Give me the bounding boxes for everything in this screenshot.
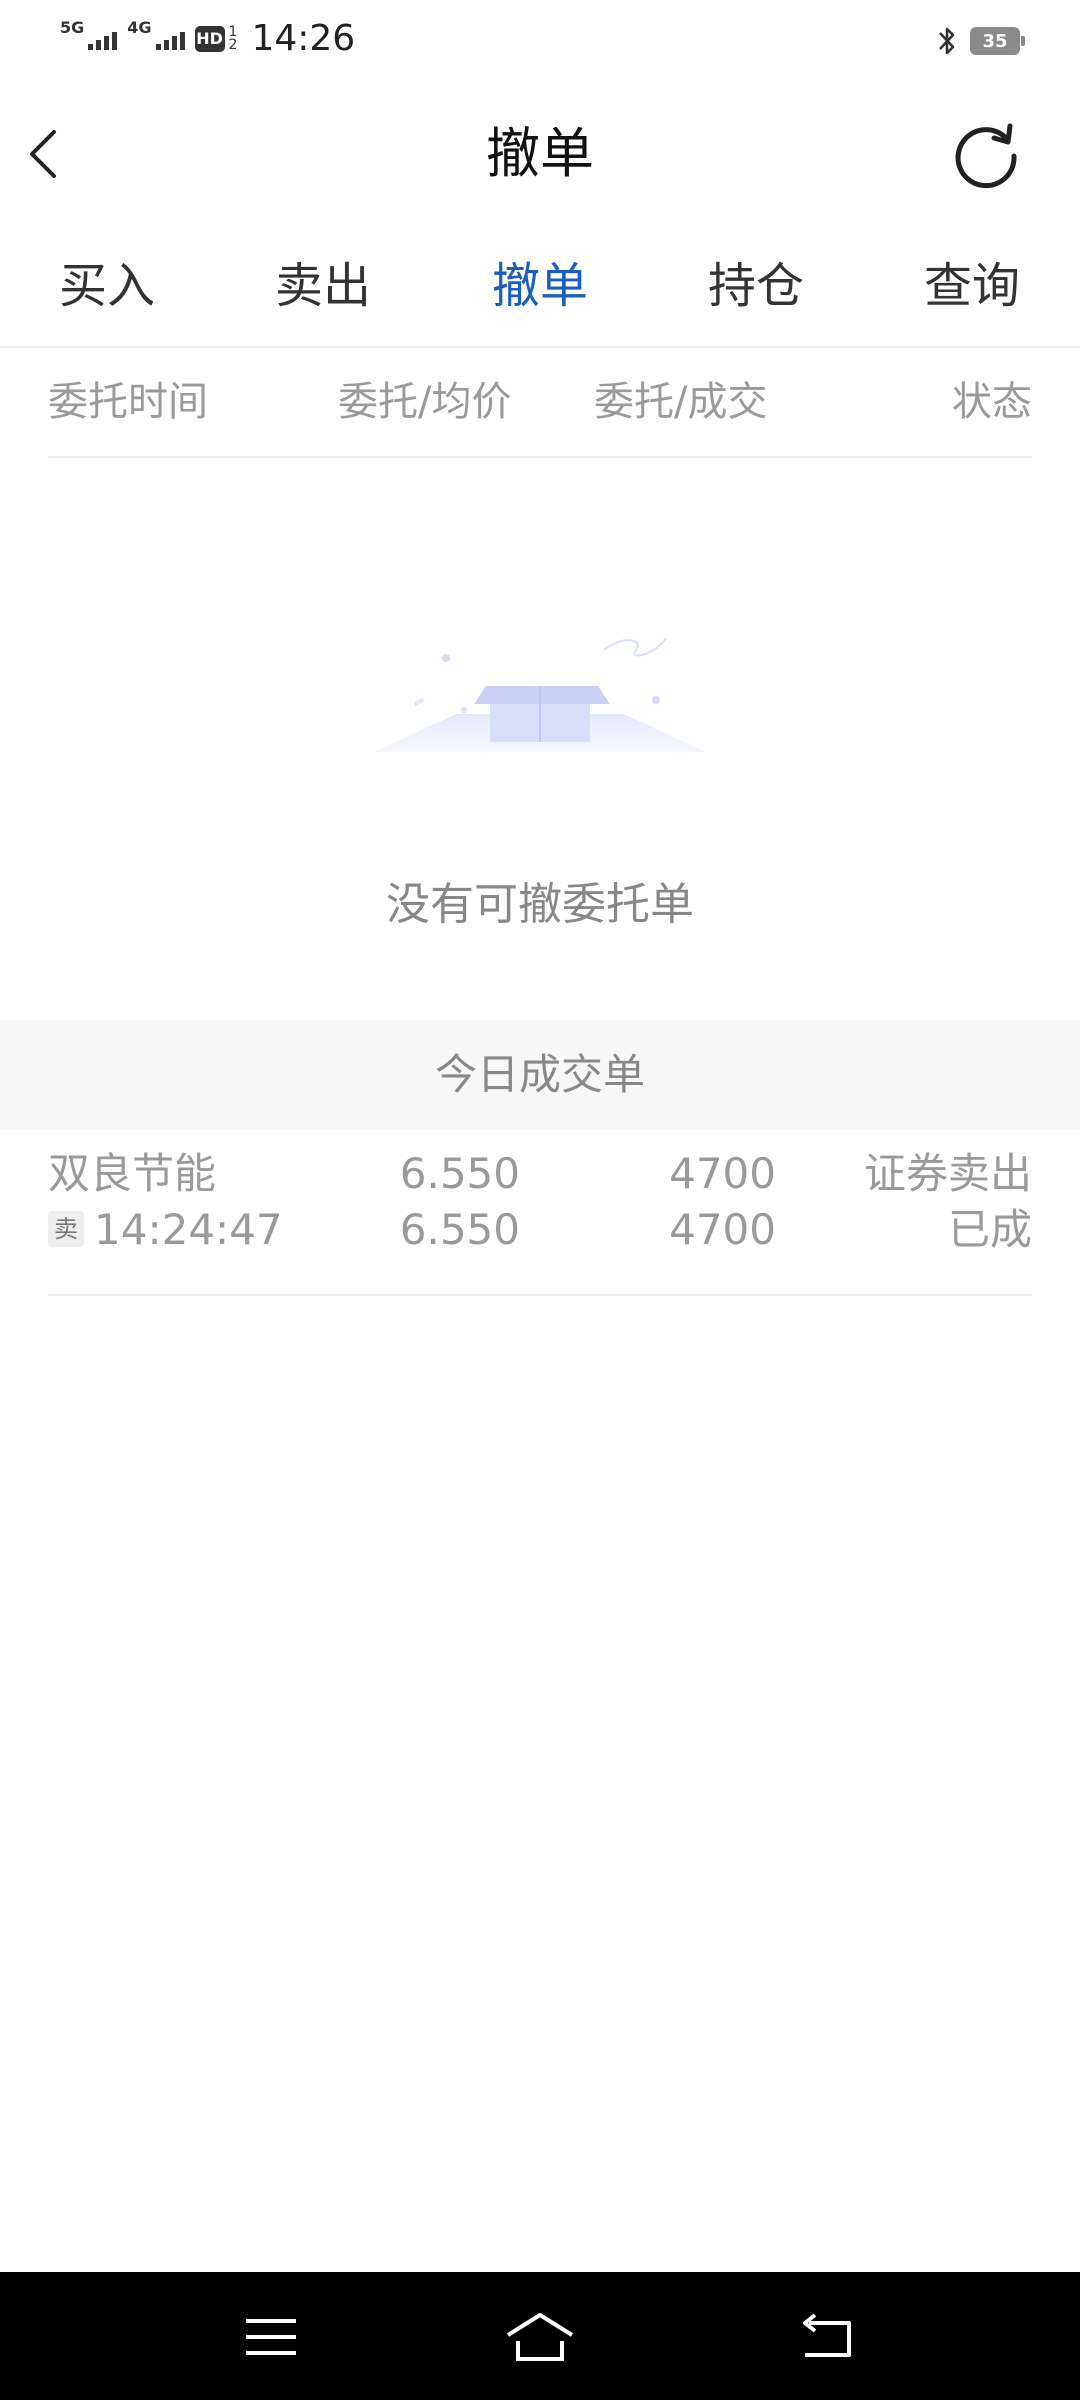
empty-box-illustration (374, 637, 706, 752)
tab-query[interactable]: 查询 (897, 238, 1047, 334)
system-nav-bar (0, 2272, 1080, 2400)
order-price: 6.550 (399, 1149, 520, 1198)
sell-badge: 卖 (48, 1210, 84, 1247)
tab-buy[interactable]: 买入 (32, 238, 182, 334)
column-header-price: 委托/均价 (338, 379, 512, 425)
app-header: 撤单 (0, 100, 1080, 210)
network-4g-label: 4G (127, 17, 152, 37)
bluetooth-icon (939, 27, 955, 55)
trade-time-cell: 卖 14:24:47 (48, 1202, 283, 1258)
system-back-button[interactable] (780, 2292, 870, 2382)
trade-time: 14:24:47 (94, 1205, 283, 1254)
network-5g: 5G (60, 19, 118, 50)
section-title: 今日成交单 (434, 1050, 645, 1099)
avg-price: 6.550 (399, 1205, 520, 1254)
page-title: 撤单 (486, 122, 594, 185)
filled-qty: 4700 (669, 1205, 776, 1254)
divider (0, 346, 1080, 348)
hd-voice-badge: HD (194, 25, 225, 52)
back-icon (803, 2313, 851, 2357)
refresh-icon (955, 123, 1017, 189)
menu-icon (246, 2319, 296, 2355)
network-5g-label: 5G (60, 17, 85, 37)
empty-message: 没有可撤委托单 (386, 879, 694, 930)
battery-level: 35 (982, 30, 1008, 52)
status-bar: 5G 4G HD 1 2 14:26 35 (0, 0, 1080, 84)
status-right: 35 (936, 24, 1025, 58)
tab-sell[interactable]: 卖出 (248, 238, 398, 334)
stock-name: 双良节能 (48, 1149, 217, 1198)
order-type: 证券卖出 (863, 1149, 1032, 1198)
divider (48, 1294, 1032, 1296)
column-header-time: 委托时间 (48, 379, 208, 425)
tab-positions[interactable]: 持仓 (681, 238, 831, 334)
column-header-status: 状态 (952, 379, 1032, 425)
status-left: 5G 4G HD 1 2 14:26 (60, 18, 355, 59)
refresh-button[interactable] (948, 116, 1024, 192)
order-qty: 4700 (669, 1149, 776, 1198)
divider (48, 456, 1032, 458)
trade-tabs: 买入 卖出 撤单 持仓 查询 (0, 238, 1080, 334)
order-status: 已成 (947, 1205, 1032, 1254)
tab-cancel[interactable]: 撤单 (465, 238, 615, 334)
menu-button[interactable] (226, 2292, 316, 2382)
sim-bottom: 2 (228, 36, 238, 53)
status-time: 14:26 (251, 18, 356, 59)
today-section-header: 今日成交单 (0, 1020, 1080, 1130)
signal-icon (155, 28, 185, 50)
battery-icon: 35 (970, 27, 1025, 55)
sim-indicator: 1 2 (228, 25, 238, 53)
column-header-qty: 委托/成交 (594, 379, 768, 425)
signal-icon (88, 28, 118, 50)
home-button[interactable] (495, 2292, 585, 2382)
network-4g: 4G (127, 19, 185, 50)
home-icon (506, 2313, 574, 2361)
table-row[interactable]: 双良节能 卖 14:24:47 6.550 6.550 4700 4700 证券卖… (0, 1146, 1080, 1296)
